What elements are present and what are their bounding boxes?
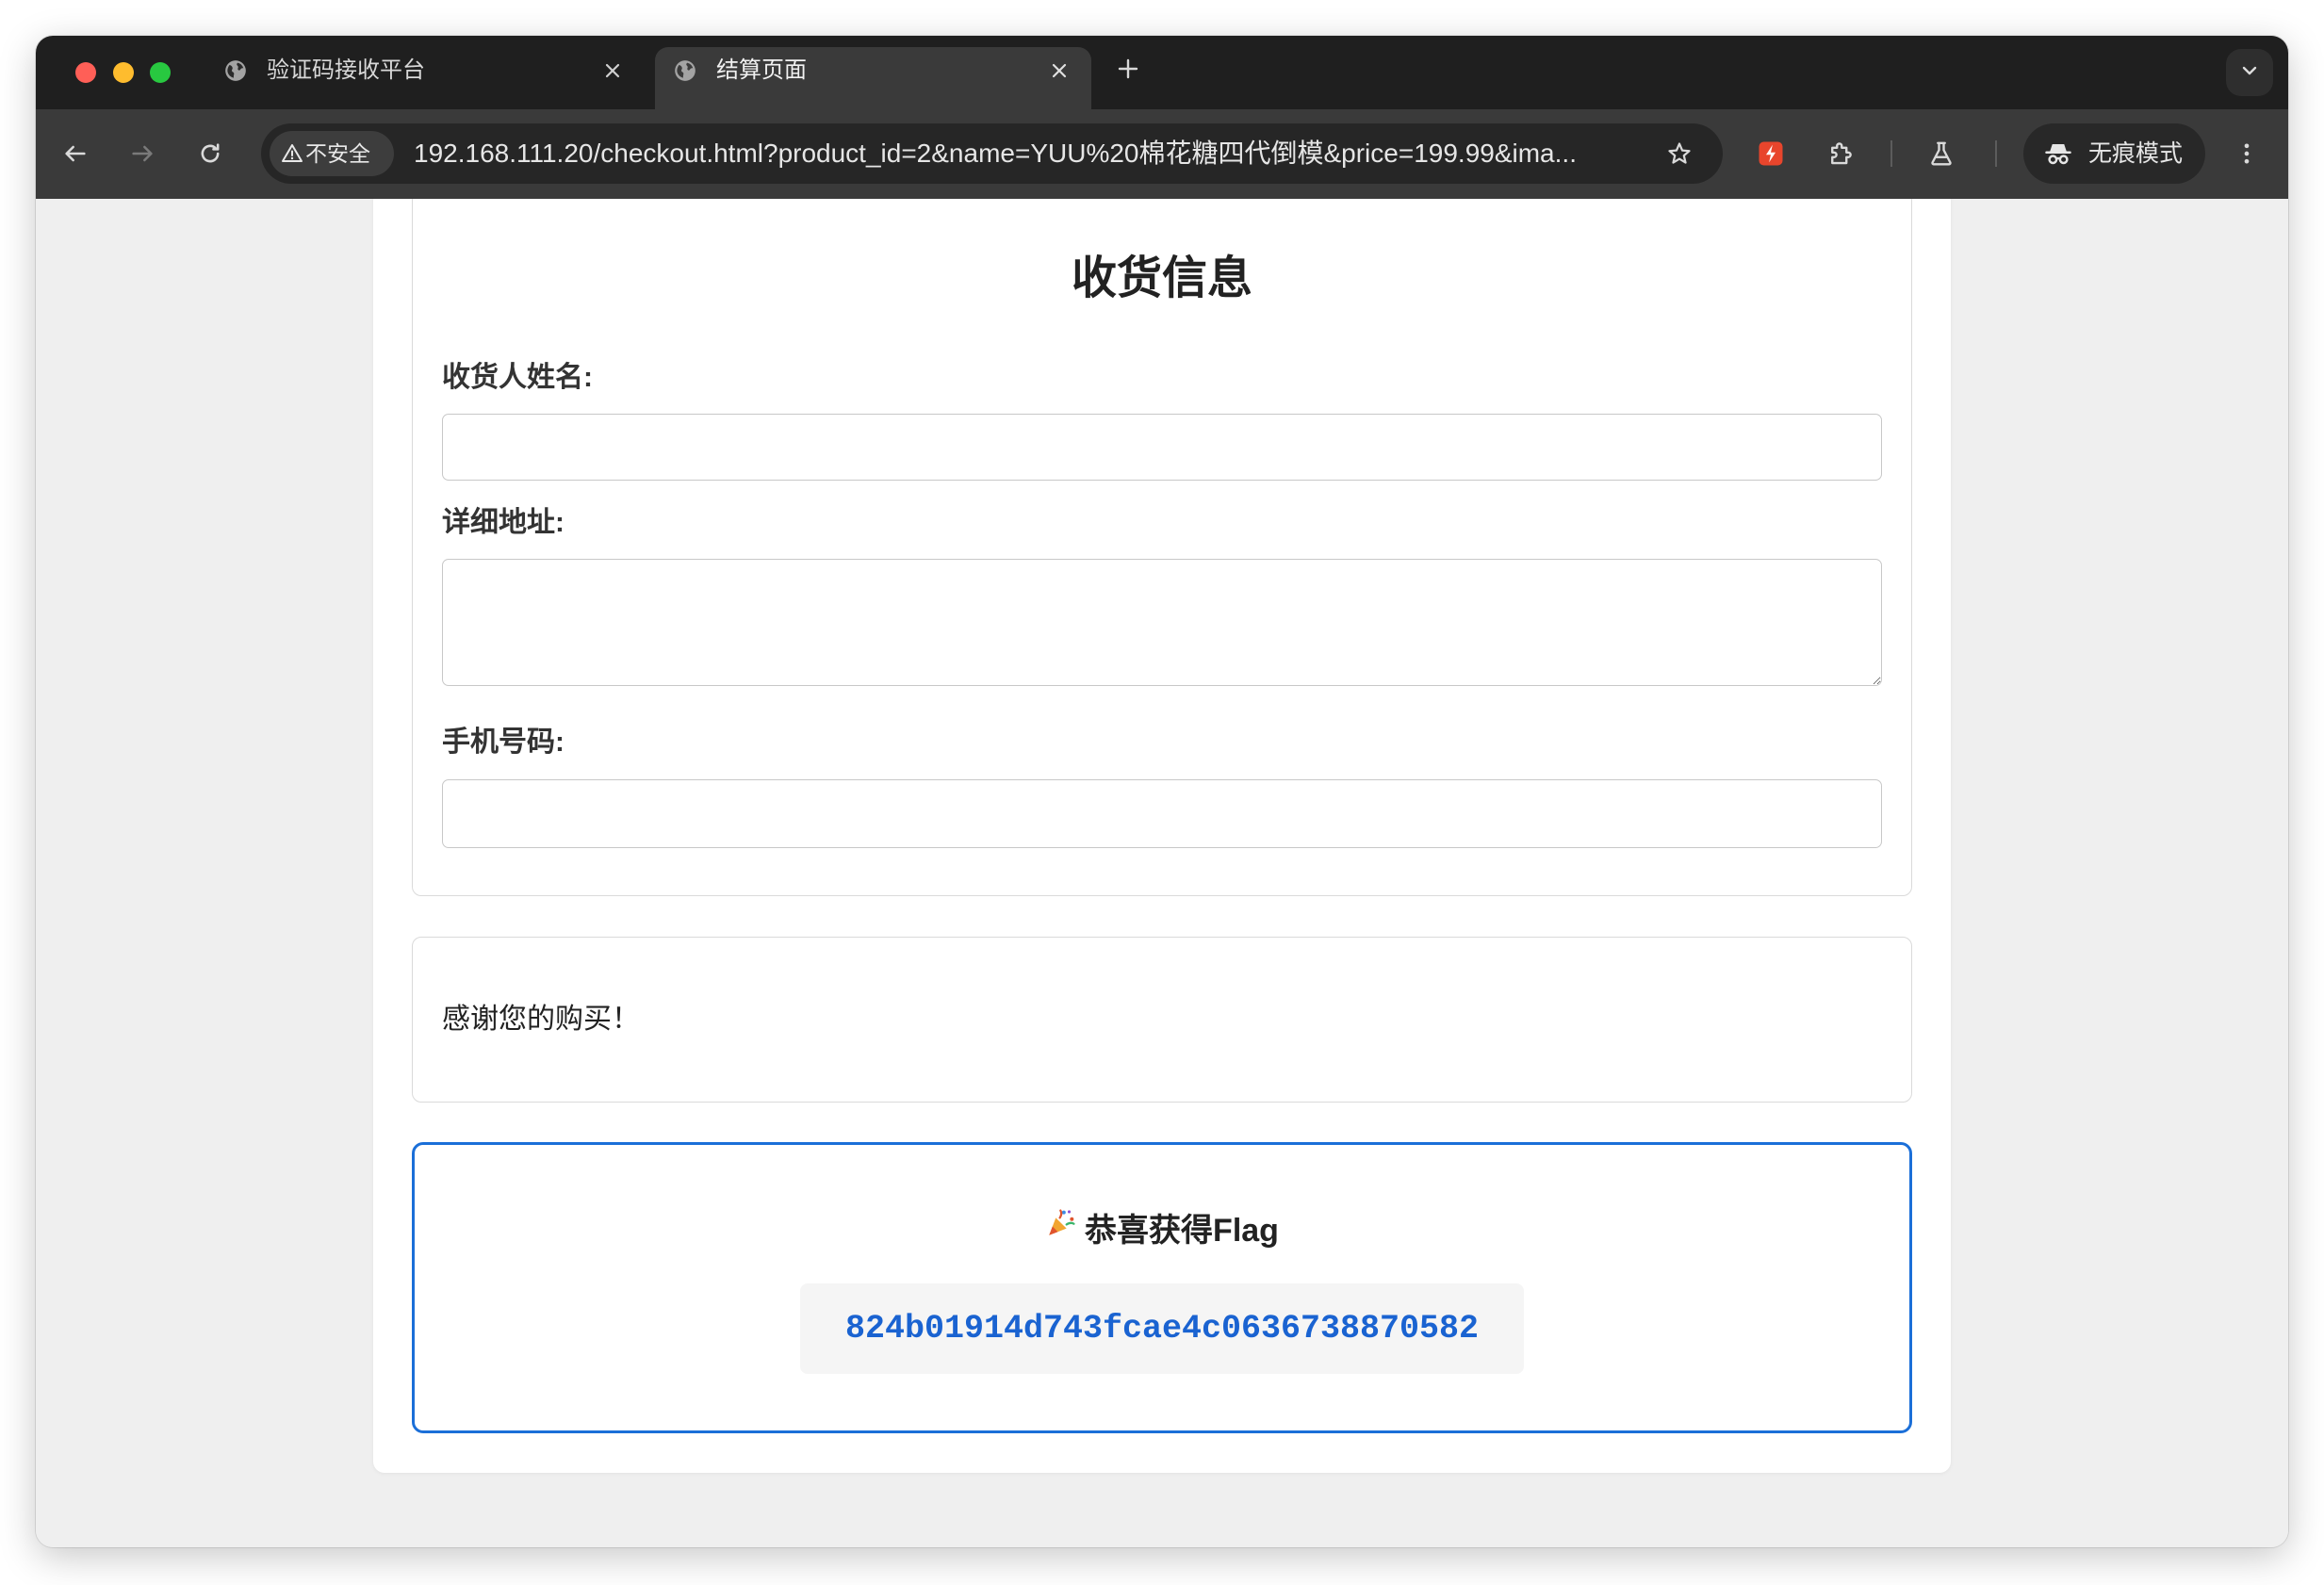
plus-icon	[1117, 57, 1139, 85]
bookmark-star-icon[interactable]	[1666, 140, 1693, 167]
more-menu-icon[interactable]	[2234, 140, 2260, 167]
flag-code-box: 824b01914d743fcae4c0636738870582	[800, 1283, 1524, 1374]
tab-checkout[interactable]: 结算页面	[655, 47, 1091, 109]
labs-flask-icon[interactable]	[1927, 139, 1956, 168]
incognito-indicator[interactable]: 无痕模式	[2023, 123, 2205, 184]
tab-verification-platform[interactable]: 验证码接收平台	[207, 47, 637, 109]
incognito-icon	[2044, 139, 2072, 168]
warning-icon	[281, 142, 303, 165]
recipient-name-label: 收货人姓名:	[442, 362, 593, 393]
browser-toolbar: 不安全 192.168.111.20/checkout.html?product…	[36, 109, 2288, 199]
new-tab-button[interactable]	[1115, 57, 1141, 84]
address-label: 详细地址:	[442, 507, 565, 538]
window-minimize-button[interactable]	[113, 62, 134, 83]
security-label: 不安全	[305, 141, 370, 166]
puzzle-icon[interactable]	[1826, 139, 1855, 168]
tab-strip: 验证码接收平台 结算页面	[36, 36, 2288, 109]
address-bar[interactable]: 不安全 192.168.111.20/checkout.html?product…	[261, 123, 1723, 184]
toolbar-separator	[1995, 140, 1997, 167]
url-text[interactable]: 192.168.111.20/checkout.html?product_id=…	[414, 123, 1639, 184]
flag-title-text: 恭喜获得Flag	[1085, 1212, 1279, 1249]
party-popper-icon	[1045, 1207, 1077, 1248]
extension-icon[interactable]	[1757, 139, 1785, 168]
globe-icon	[223, 58, 248, 83]
page-viewport[interactable]: 收货信息 收货人姓名: 详细地址: 手机号码: 感谢您的购买！ 恭喜获得Flag…	[36, 199, 2288, 1547]
window-zoom-button[interactable]	[150, 62, 171, 83]
tab-title: 结算页面	[716, 57, 807, 83]
tab-search-button[interactable]	[2226, 49, 2273, 96]
phone-label: 手机号码:	[442, 727, 565, 758]
incognito-label: 无痕模式	[2088, 140, 2184, 167]
chevron-down-icon	[2239, 60, 2260, 86]
back-arrow-icon[interactable]	[62, 140, 89, 167]
tab-title: 验证码接收平台	[267, 57, 425, 83]
thank-you-message: 感谢您的购买！	[442, 1004, 640, 1035]
globe-icon	[673, 58, 697, 83]
close-icon[interactable]	[599, 57, 626, 84]
browser-window: 验证码接收平台 结算页面 不安全 192.168.111.20/checkout…	[36, 36, 2288, 1547]
page-title: 收货信息	[1071, 253, 1252, 303]
flag-title: 恭喜获得Flag	[412, 1204, 1912, 1250]
close-icon[interactable]	[1046, 57, 1072, 84]
phone-input[interactable]	[442, 779, 1882, 848]
toolbar-separator	[1890, 140, 1892, 167]
security-indicator[interactable]: 不安全	[270, 131, 394, 176]
reload-icon[interactable]	[197, 140, 223, 167]
recipient-name-input[interactable]	[442, 414, 1882, 481]
flag-value[interactable]: 824b01914d743fcae4c0636738870582	[845, 1310, 1479, 1348]
window-close-button[interactable]	[75, 62, 96, 83]
forward-arrow-icon[interactable]	[129, 140, 155, 167]
address-textarea[interactable]	[442, 559, 1882, 686]
